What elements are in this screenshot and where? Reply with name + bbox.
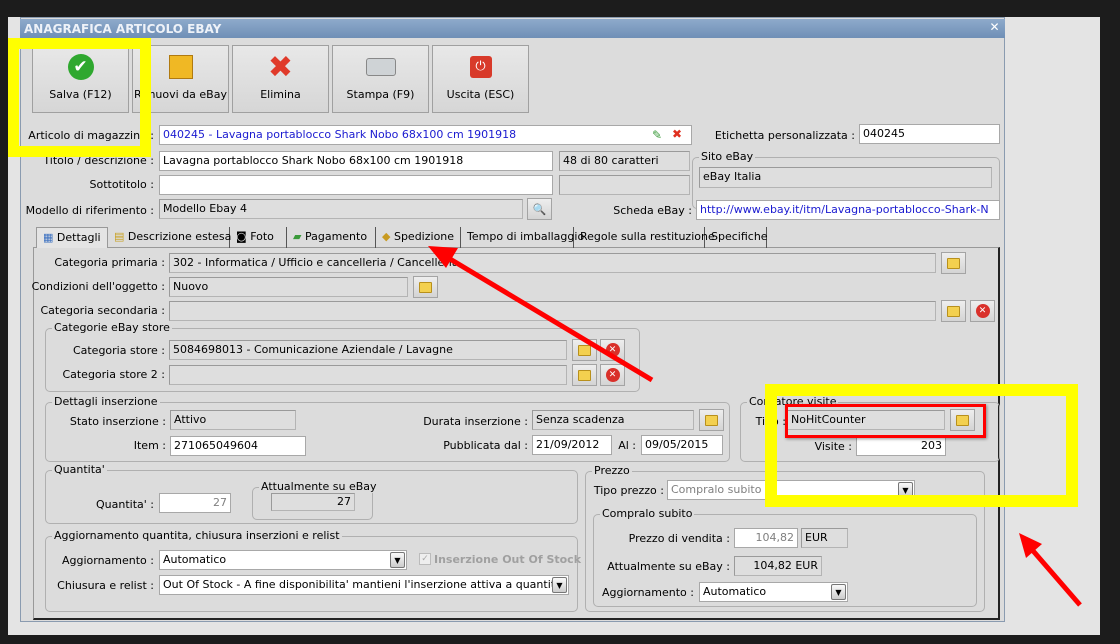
arrow-icon bbox=[1019, 533, 1082, 607]
annotation-arrows bbox=[428, 246, 1082, 607]
arrow-icon bbox=[428, 246, 654, 383]
